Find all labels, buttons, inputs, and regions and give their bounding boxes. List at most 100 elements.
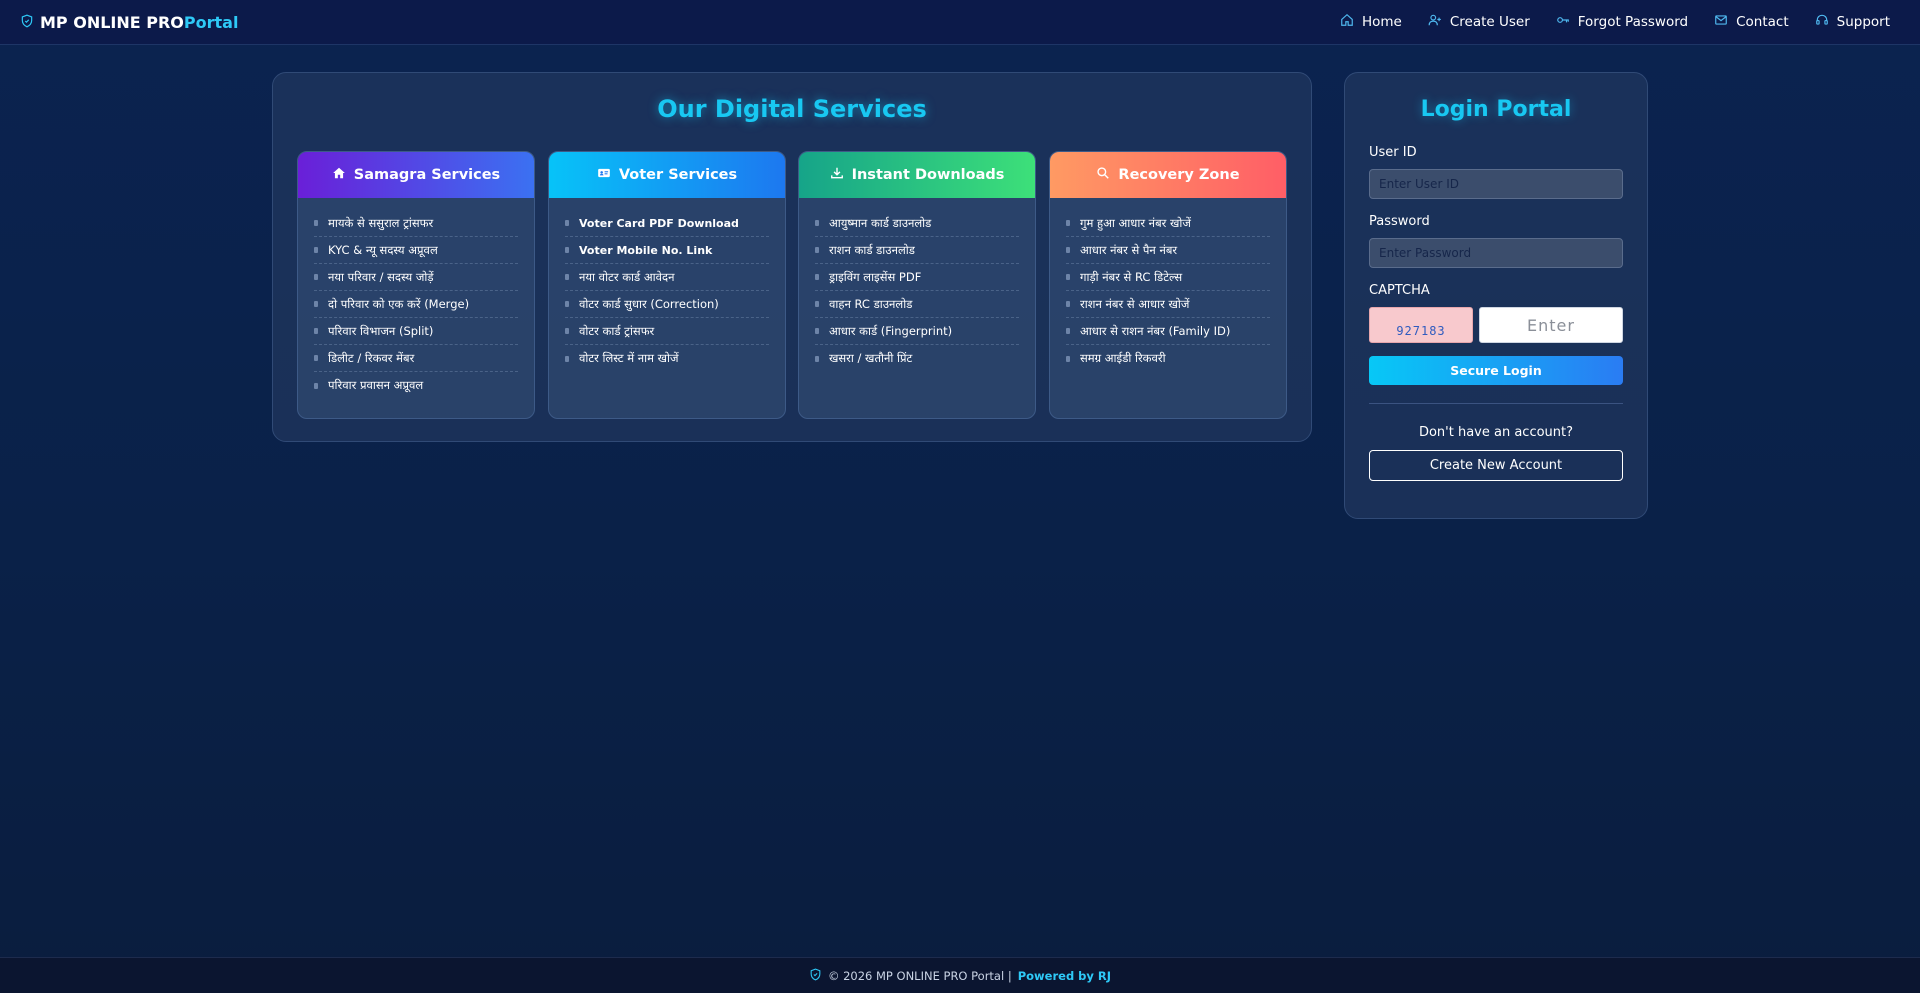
nav-link-create-user[interactable]: Create User <box>1428 13 1530 31</box>
service-link[interactable]: वोटर कार्ड ट्रांसफर <box>565 318 769 345</box>
service-card-voter: Voter Services Voter Card PDF Download V… <box>548 151 786 419</box>
download-icon <box>830 166 844 184</box>
captcha-image: 927183 <box>1369 307 1473 343</box>
nav-link-contact[interactable]: Contact <box>1714 13 1789 31</box>
captcha-label: CAPTCHA <box>1369 283 1430 298</box>
shield-icon <box>20 13 34 32</box>
footer: © 2026 MP ONLINE PRO Portal | Powered by… <box>0 957 1920 993</box>
service-link[interactable]: डिलीट / रिकवर मेंबर <box>314 345 518 372</box>
service-link[interactable]: आयुष्मान कार्ड डाउनलोड <box>815 210 1019 237</box>
bullet-icon <box>565 274 569 280</box>
service-link-label: ड्राइविंग लाइसेंस PDF <box>829 269 922 284</box>
bullet-icon <box>1066 274 1070 280</box>
service-link[interactable]: नया वोटर कार्ड आवेदन <box>565 264 769 291</box>
bullet-icon <box>314 220 318 226</box>
service-link[interactable]: Voter Mobile No. Link <box>565 237 769 264</box>
services-title: Our Digital Services <box>657 95 927 123</box>
login-title: Login Portal <box>1420 97 1572 122</box>
service-link-label: मायके से ससुराल ट्रांसफर <box>328 215 434 230</box>
bullet-icon <box>815 301 819 307</box>
nav-link-label: Home <box>1361 14 1402 30</box>
nav-link-label: Forgot Password <box>1577 14 1689 30</box>
service-link[interactable]: राशन नंबर से आधार खोजें <box>1066 291 1270 318</box>
service-card-downloads: Instant Downloads आयुष्मान कार्ड डाउनलोड… <box>798 151 1036 419</box>
service-link-label: KYC & न्यू सदस्य अप्रूवल <box>328 242 438 257</box>
card-header: Recovery Zone <box>1050 152 1286 198</box>
home-icon <box>1340 13 1354 31</box>
password-label: Password <box>1369 214 1430 229</box>
shield-check-icon <box>809 968 822 984</box>
service-link[interactable]: नया परिवार / सदस्य जोड़ें <box>314 264 518 291</box>
bullet-icon <box>815 355 819 362</box>
login-panel: Login Portal User ID Password CAPTCHA 92… <box>1344 72 1648 519</box>
brand-logo[interactable]: MP ONLINE PRO Portal <box>20 13 238 32</box>
bullet-icon <box>565 220 569 226</box>
password-input[interactable] <box>1369 238 1623 268</box>
footer-powered-by[interactable]: Powered by RJ <box>1018 969 1111 983</box>
bullet-icon <box>815 328 819 334</box>
service-link[interactable]: वोटर कार्ड सुधार (Correction) <box>565 291 769 318</box>
service-link[interactable]: परिवार विभाजन (Split) <box>314 318 518 345</box>
service-link[interactable]: समग्र आईडी रिकवरी <box>1066 345 1270 372</box>
bullet-icon <box>314 274 318 280</box>
service-link-label: गुम हुआ आधार नंबर खोजें <box>1080 215 1191 230</box>
service-link[interactable]: ड्राइविंग लाइसेंस PDF <box>815 264 1019 291</box>
card-list: आयुष्मान कार्ड डाउनलोड राशन कार्ड डाउनलो… <box>799 198 1035 372</box>
card-list: Voter Card PDF Download Voter Mobile No.… <box>549 198 785 372</box>
brand-name: MP ONLINE PRO <box>40 12 184 32</box>
bullet-icon <box>314 247 318 253</box>
service-link[interactable]: आधार कार्ड (Fingerprint) <box>815 318 1019 345</box>
service-link[interactable]: आधार नंबर से पैन नंबर <box>1066 237 1270 264</box>
service-link[interactable]: वाहन RC डाउनलोड <box>815 291 1019 318</box>
footer-copyright: © 2026 MP ONLINE PRO Portal | <box>827 968 1012 983</box>
brand-accent: Portal <box>183 12 239 32</box>
card-title: Instant Downloads <box>851 167 1005 183</box>
user-id-input[interactable] <box>1369 169 1623 199</box>
service-link-label: Voter Mobile No. Link <box>579 243 713 257</box>
card-list: गुम हुआ आधार नंबर खोजें आधार नंबर से पैन… <box>1050 198 1286 372</box>
service-link-label: परिवार प्रवासन अप्रूवल <box>328 378 424 392</box>
card-header: Voter Services <box>549 152 785 198</box>
create-account-button[interactable]: Create New Account <box>1369 450 1623 481</box>
home-icon <box>332 166 346 184</box>
service-link[interactable]: दो परिवार को एक करें (Merge) <box>314 291 518 318</box>
nav-link-support[interactable]: Support <box>1815 13 1890 31</box>
card-title: Samagra Services <box>353 167 501 183</box>
bullet-icon <box>1066 328 1070 334</box>
user-id-label: User ID <box>1369 145 1417 160</box>
service-link-label: दो परिवार को एक करें (Merge) <box>328 296 470 311</box>
service-link[interactable]: KYC & न्यू सदस्य अप्रूवल <box>314 237 518 264</box>
service-link[interactable]: गुम हुआ आधार नंबर खोजें <box>1066 210 1270 237</box>
secure-login-button[interactable]: Secure Login <box>1369 356 1623 385</box>
service-link-label: नया वोटर कार्ड आवेदन <box>579 269 675 284</box>
nav-link-home[interactable]: Home <box>1340 13 1402 31</box>
service-card-recovery: Recovery Zone गुम हुआ आधार नंबर खोजें आध… <box>1049 151 1287 419</box>
captcha-input[interactable] <box>1479 307 1623 343</box>
service-link[interactable]: परिवार प्रवासन अप्रूवल <box>314 372 518 399</box>
service-link[interactable]: राशन कार्ड डाउनलोड <box>815 237 1019 264</box>
nav-link-label: Support <box>1836 14 1890 30</box>
divider <box>1369 403 1623 404</box>
service-link[interactable]: Voter Card PDF Download <box>565 210 769 237</box>
service-link[interactable]: आधार से राशन नंबर (Family ID) <box>1066 318 1270 345</box>
envelope-icon <box>1714 13 1728 31</box>
bullet-icon <box>1066 355 1070 362</box>
card-list: मायके से ससुराल ट्रांसफर KYC & न्यू सदस्… <box>298 198 534 399</box>
service-link[interactable]: खसरा / खतौनी प्रिंट <box>815 345 1019 372</box>
service-link[interactable]: वोटर लिस्ट में नाम खोजें <box>565 345 769 372</box>
bullet-icon <box>815 274 819 280</box>
search-icon <box>1096 166 1110 184</box>
service-link[interactable]: मायके से ससुराल ट्रांसफर <box>314 210 518 237</box>
service-link-label: परिवार विभाजन (Split) <box>328 323 434 338</box>
card-header: Samagra Services <box>298 152 534 198</box>
service-link[interactable]: गाड़ी नंबर से RC डिटेल्स <box>1066 264 1270 291</box>
bullet-icon <box>815 247 819 253</box>
service-link-label: खसरा / खतौनी प्रिंट <box>829 351 913 365</box>
captcha-code: 927183 <box>1396 324 1446 338</box>
key-icon <box>1556 13 1570 31</box>
nav-link-label: Contact <box>1736 14 1789 30</box>
nav-link-forgot-password[interactable]: Forgot Password <box>1556 13 1688 31</box>
bullet-icon <box>314 301 318 307</box>
bullet-icon <box>565 328 569 334</box>
service-link-label: नया परिवार / सदस्य जोड़ें <box>328 269 434 284</box>
